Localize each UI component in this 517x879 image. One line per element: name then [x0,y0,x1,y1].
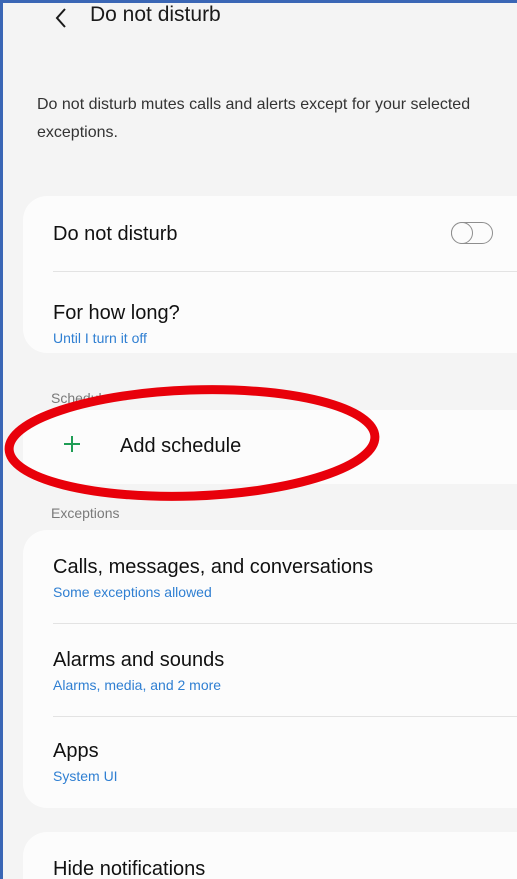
exception-title: Alarms and sounds [53,649,225,671]
add-schedule-button[interactable]: Add schedule [120,434,517,458]
chevron-left-icon[interactable] [50,7,72,29]
dnd-toggle-switch[interactable] [451,221,493,244]
page-description: Do not disturb mutes calls and alerts ex… [37,96,471,141]
dnd-toggle-row[interactable]: Do not disturb [53,222,517,246]
exception-subtitle: System UI [53,768,118,784]
exceptions-section-label: Exceptions [51,505,120,521]
hide-notifications-card: Hide notifications [23,832,517,879]
header: Do not disturb [50,3,221,33]
divider [53,716,517,717]
duration-card: For how long? Until I turn it off [23,271,517,353]
plus-icon [61,433,83,455]
add-schedule-label: Add schedule [120,435,242,457]
exception-item-calls[interactable]: Calls, messages, and conversations Some … [53,555,517,601]
exception-subtitle: Alarms, media, and 2 more [53,677,222,693]
exception-title: Apps [53,740,99,762]
toggle-knob [451,221,473,244]
exceptions-card: Calls, messages, and conversations Some … [23,530,517,808]
hide-notifications-row[interactable]: Hide notifications [53,857,517,879]
schedule-section-label: Schedule [51,390,110,406]
duration-row[interactable]: For how long? Until I turn it off [53,301,517,347]
hide-notifications-label: Hide notifications [53,858,206,879]
screen-frame: Do not disturb Do not disturb mutes call… [0,0,517,879]
dnd-toggle-label: Do not disturb [53,223,178,245]
exception-item-apps[interactable]: Apps System UI [53,739,517,785]
duration-label: For how long? [53,302,180,324]
divider [53,271,517,272]
exception-item-alarms[interactable]: Alarms and sounds Alarms, media, and 2 m… [53,648,517,694]
divider [53,623,517,624]
page-title: Do not disturb [90,3,221,26]
exception-title: Calls, messages, and conversations [53,556,374,578]
exception-subtitle: Some exceptions allowed [53,584,212,600]
duration-value: Until I turn it off [53,330,147,346]
schedule-card: Add schedule [23,410,517,484]
